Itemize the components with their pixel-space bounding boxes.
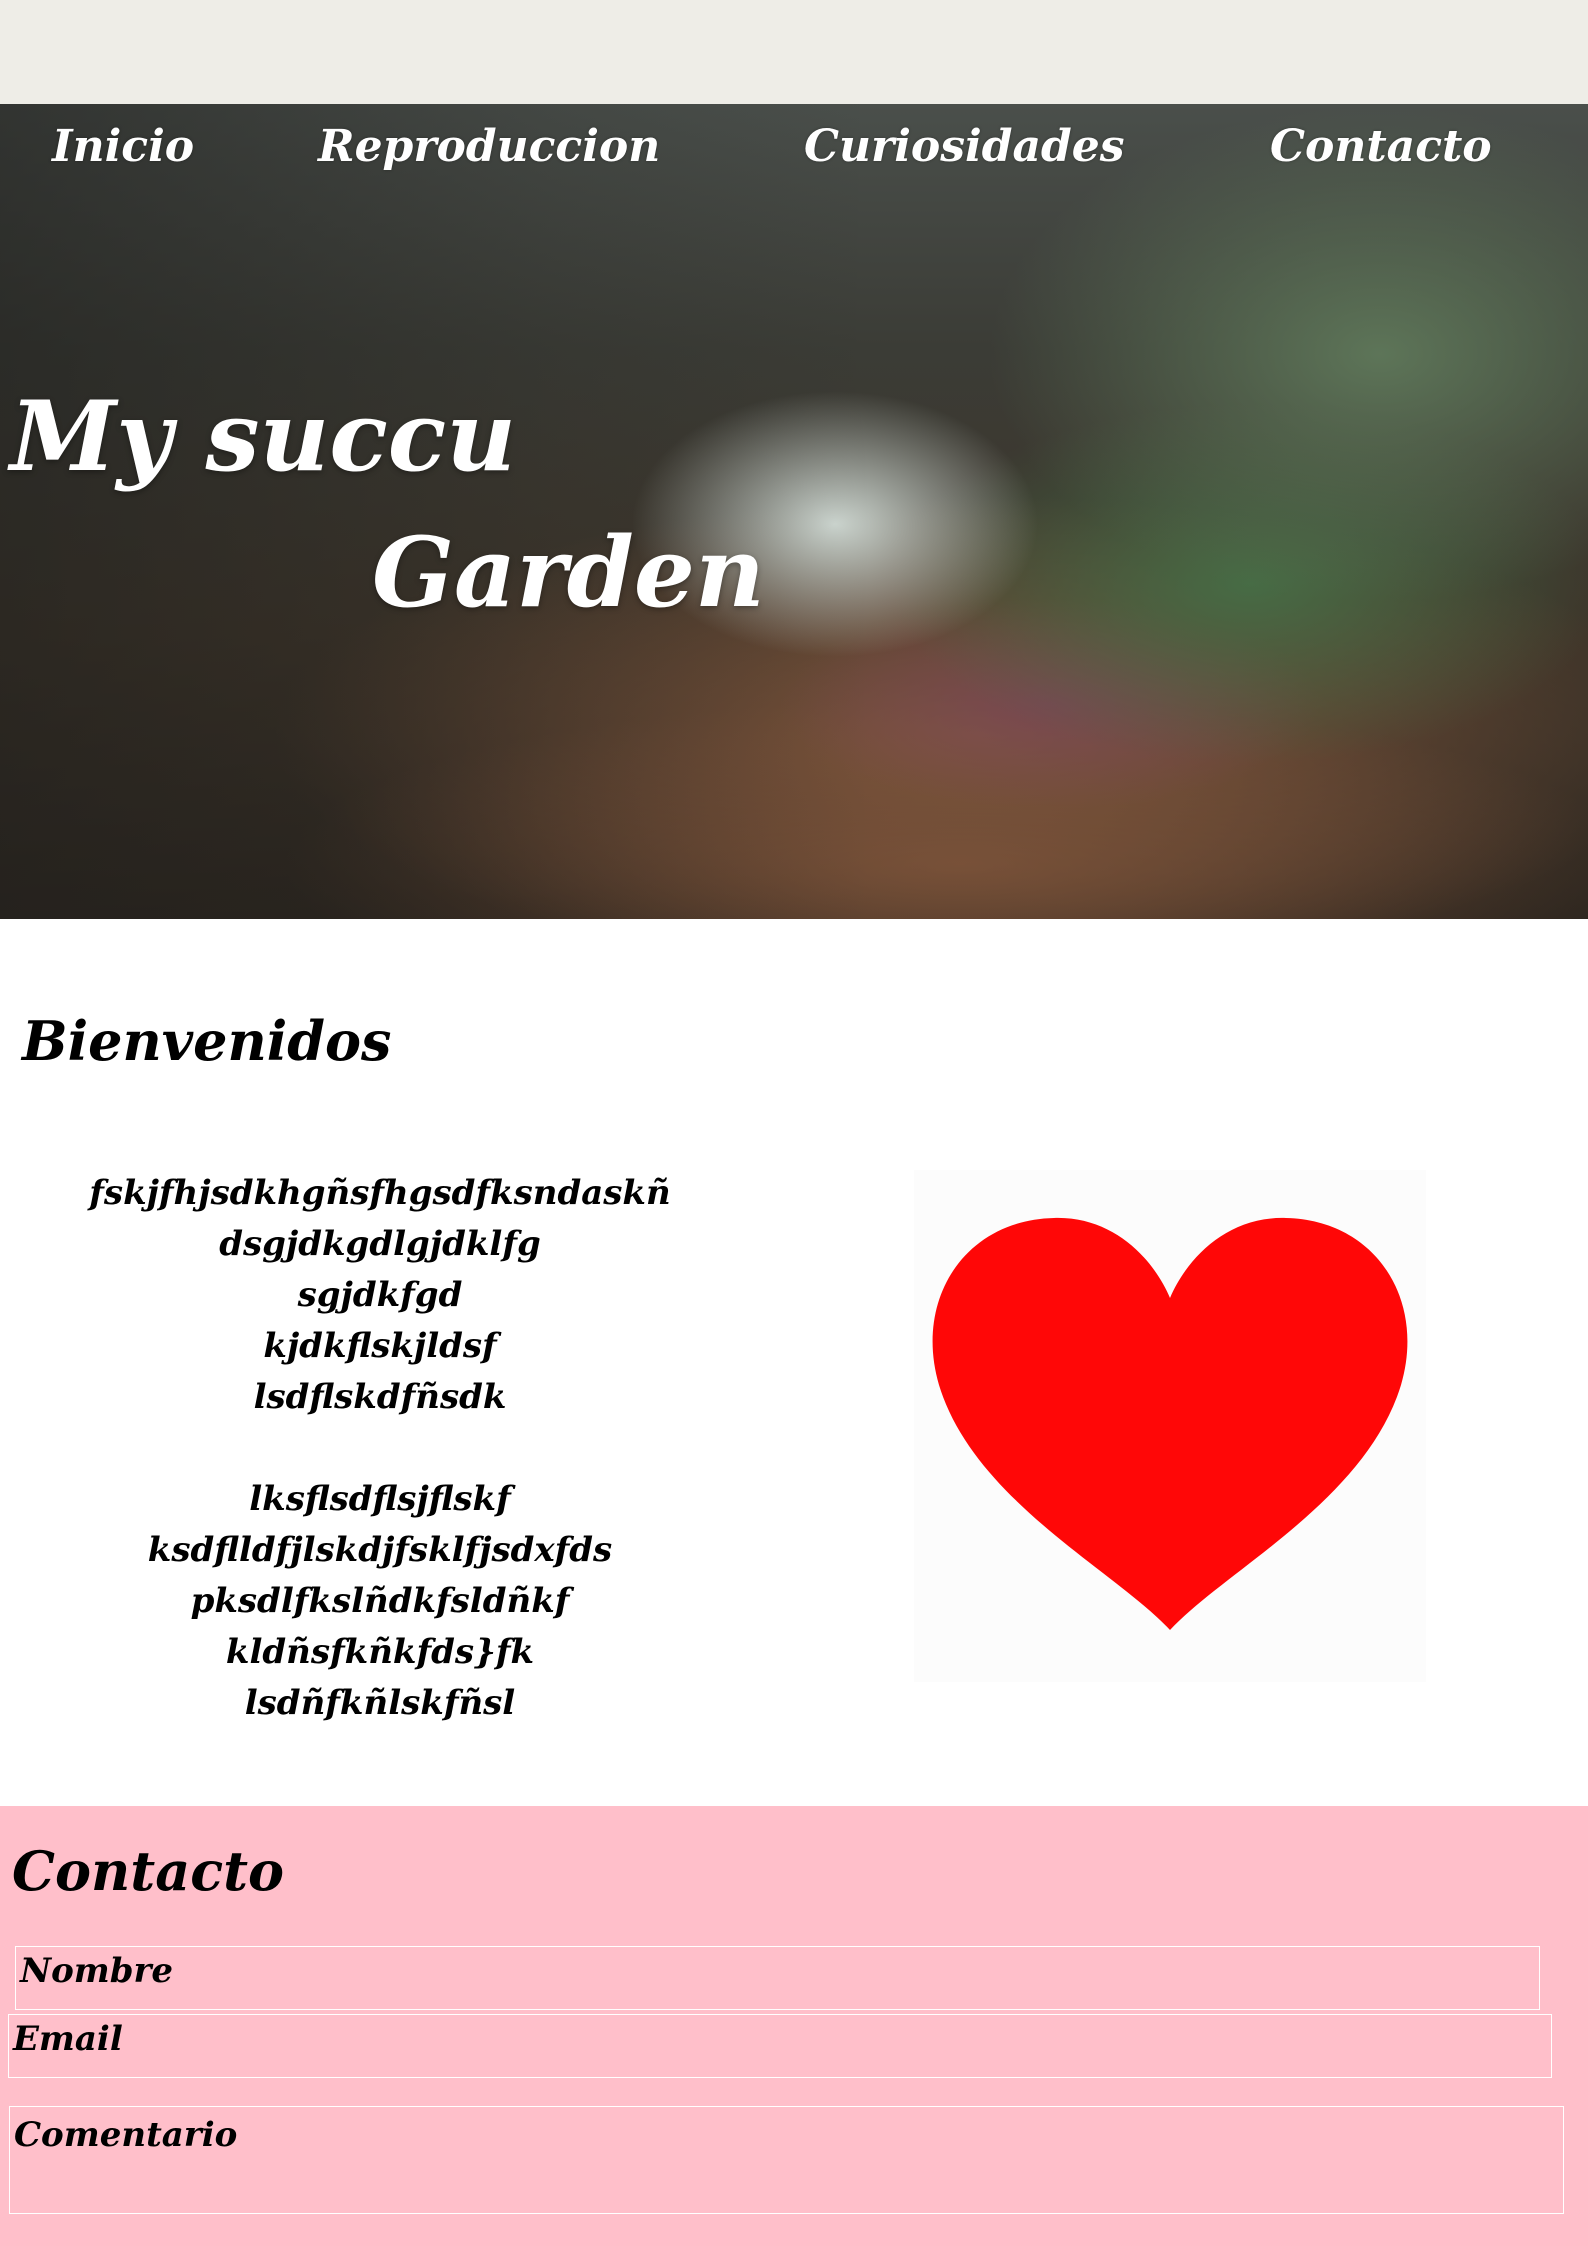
nav-item-reproduccion[interactable]: Reproduccion	[318, 112, 660, 182]
welcome-line: kjdkflskjldsf	[263, 1326, 497, 1366]
heart-icon	[932, 1217, 1408, 1630]
welcome-line: fskjfhjsdkhgñsfhgsdfksndaskñ	[89, 1173, 671, 1213]
main-nav: Inicio Reproduccion Curiosidades Contact…	[0, 112, 1588, 182]
hero-title-line1: My succu	[10, 380, 517, 493]
hero-shade	[0, 104, 1588, 919]
comment-label: Comentario	[14, 2115, 238, 2155]
contact-section: Contacto Nombre Email Comentario	[0, 1806, 1588, 2246]
contact-heading: Contacto	[12, 1839, 285, 1903]
email-label: Email	[13, 2019, 123, 2059]
welcome-line: kldñsfkñkfds}fk	[225, 1632, 535, 1672]
heart-image	[914, 1170, 1426, 1682]
welcome-text: fskjfhjsdkhgñsfhgsdfksndaskñ dsgjdkgdlgj…	[0, 1168, 760, 1729]
nav-item-inicio[interactable]: Inicio	[52, 112, 194, 182]
welcome-line: sgjdkfgd	[297, 1275, 463, 1315]
hero-title-line2: Garden	[372, 516, 765, 629]
welcome-line: lsdflskdfñsdk	[253, 1377, 507, 1417]
top-strip	[0, 0, 1588, 104]
name-field[interactable]: Nombre	[15, 1946, 1540, 2010]
welcome-line: dsgjdkgdlgjdklfg	[219, 1224, 541, 1264]
email-field[interactable]: Email	[8, 2014, 1552, 2078]
welcome-heading: Bienvenidos	[22, 1009, 392, 1073]
hero-banner	[0, 104, 1588, 919]
nav-item-curiosidades[interactable]: Curiosidades	[804, 112, 1125, 182]
welcome-line: lksflsdflsjflskf	[249, 1479, 511, 1519]
welcome-line: ksdflldfjlskdjfsklfjsdxfds	[147, 1530, 613, 1570]
nav-item-contacto[interactable]: Contacto	[1270, 112, 1492, 182]
welcome-line: lsdñfkñlskfñsl	[244, 1683, 516, 1723]
name-label: Nombre	[20, 1951, 174, 1991]
welcome-line: pksdlfkslñdkfsldñkf	[190, 1581, 570, 1621]
comment-field[interactable]: Comentario	[9, 2106, 1564, 2214]
